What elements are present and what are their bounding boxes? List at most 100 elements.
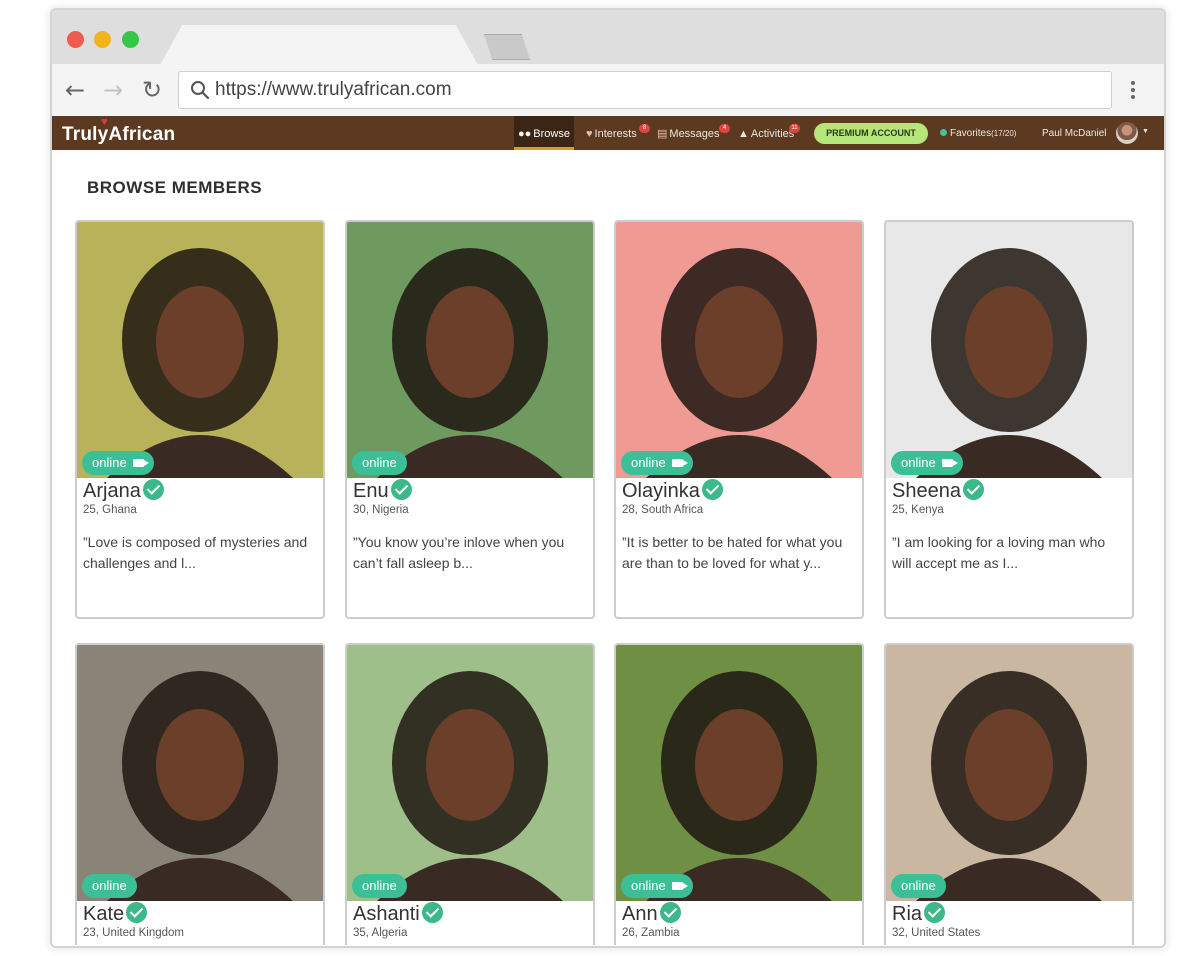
member-card[interactable]: online Arjana 25, Ghana ”Love is composed o…	[75, 220, 325, 619]
address-url: https://www.trulyafrican.com	[215, 79, 452, 100]
online-badge: online	[891, 874, 946, 898]
member-card[interactable]: online Enu 30, Nigeria ”You know you’re inl…	[345, 220, 595, 619]
member-age-location: 32, United States	[892, 927, 981, 939]
member-photo[interactable]	[616, 222, 862, 478]
online-badge: online	[621, 874, 693, 898]
user-name: Paul McDaniel	[1042, 128, 1107, 139]
member-name[interactable]: Enu	[353, 479, 412, 503]
online-label: online	[901, 455, 936, 470]
online-label: online	[92, 878, 127, 893]
member-card[interactable]: online Ann 26, Zambia	[614, 643, 864, 945]
member-quote: ”It is better to be hated for what you a…	[622, 534, 843, 571]
nav-browse-label: Browse	[533, 128, 570, 140]
nav-activities[interactable]: ▲ Activities	[738, 116, 794, 150]
main-content: BROWSE MEMBERS online Arjana 25, Ghana ”Lov…	[52, 150, 1164, 946]
member-quote: ”You know you’re inlove when you can’t f…	[353, 534, 565, 571]
nav-messages[interactable]: ▤ Messages	[657, 116, 720, 150]
member-age-location: 23, United Kingdom	[83, 927, 185, 939]
member-name[interactable]: Sheena	[892, 479, 984, 503]
new-tab-button[interactable]	[484, 34, 530, 60]
member-photo[interactable]	[616, 645, 862, 901]
member-photo[interactable]	[77, 222, 323, 478]
minimize-window-button[interactable]	[94, 31, 111, 48]
member-card[interactable]: online Kate 23, United Kingdom	[75, 643, 325, 945]
logo-text: TrulyAfrican	[62, 124, 176, 145]
browser-tab[interactable]	[160, 25, 478, 65]
browser-toolbar: ← → ↻ https://www.trulyafrican.com	[52, 64, 1164, 117]
online-label: online	[631, 455, 666, 470]
chevron-down-icon[interactable]: ▼	[1142, 128, 1149, 135]
verified-check-icon	[142, 479, 164, 500]
video-camera-icon	[671, 459, 688, 467]
online-badge: online	[352, 451, 407, 475]
online-badge: online	[352, 874, 407, 898]
verified-check-icon	[659, 902, 681, 923]
member-photo[interactable]	[886, 645, 1132, 901]
member-name-text: Arjana	[83, 480, 141, 502]
premium-account-button[interactable]: PREMIUM ACCOUNT	[814, 123, 928, 144]
member-age-location: 25, Kenya	[892, 504, 944, 516]
member-name[interactable]: Ria	[892, 902, 946, 926]
member-name[interactable]: Ashanti	[353, 902, 443, 926]
member-quote: ”Love is composed of mysteries and chall…	[83, 534, 308, 571]
member-name-text: Ashanti	[353, 903, 420, 925]
back-arrow-icon[interactable]: ←	[62, 76, 88, 104]
online-badge: online	[82, 451, 154, 475]
bell-icon: ▲	[738, 128, 749, 140]
user-menu[interactable]: Paul McDaniel	[1042, 116, 1106, 150]
messages-badge: 4	[719, 124, 730, 133]
online-label: online	[362, 878, 397, 893]
favorites-label: Favorites	[950, 128, 992, 139]
member-photo[interactable]	[77, 645, 323, 901]
online-label: online	[92, 455, 127, 470]
member-name[interactable]: Ann	[622, 902, 681, 926]
site-logo[interactable]: ♥ TrulyAfrican	[62, 116, 176, 146]
member-name[interactable]: Arjana	[83, 479, 164, 503]
member-age-location: 26, Zambia	[622, 927, 680, 939]
nav-messages-label: Messages	[669, 128, 720, 140]
users-icon: ●●	[518, 128, 532, 140]
reload-icon[interactable]: ↻	[139, 76, 165, 104]
nav-interests-label: Interests	[594, 128, 637, 140]
member-card[interactable]: online Sheena 25, Kenya ”I am looking for a…	[884, 220, 1134, 619]
verified-check-icon	[421, 902, 443, 923]
maximize-window-button[interactable]	[122, 31, 139, 48]
member-name[interactable]: Kate	[83, 902, 148, 926]
verified-check-icon	[390, 479, 412, 500]
browser-menu-icon[interactable]	[1126, 78, 1140, 104]
member-name[interactable]: Olayinka	[622, 479, 723, 503]
chat-icon: ▤	[657, 128, 668, 140]
heart-logo-icon: ♥	[101, 116, 108, 128]
activities-badge: 11	[789, 124, 800, 133]
browser-titlebar	[52, 10, 1164, 65]
verified-check-icon	[924, 902, 946, 923]
member-card[interactable]: online Ria 32, United States	[884, 643, 1134, 945]
video-camera-icon	[132, 459, 149, 467]
address-bar[interactable]: https://www.trulyafrican.com	[178, 71, 1112, 109]
verified-check-icon	[701, 479, 723, 500]
nav-favorites[interactable]: Favorites(17/20)	[940, 116, 1016, 150]
avatar[interactable]	[1116, 122, 1138, 144]
member-age-location: 28, South Africa	[622, 504, 704, 516]
online-badge: online	[621, 451, 693, 475]
online-label: online	[362, 455, 397, 470]
video-camera-icon	[671, 882, 688, 890]
status-dot-icon	[940, 129, 947, 136]
heart-icon: ♥	[586, 128, 593, 140]
member-card[interactable]: online Olayinka 28, South Africa ”It is bet…	[614, 220, 864, 619]
member-card[interactable]: online Ashanti 35, Algeria	[345, 643, 595, 945]
search-icon	[191, 81, 210, 100]
online-badge: online	[82, 874, 137, 898]
nav-interests[interactable]: ♥ Interests	[586, 116, 637, 150]
page-title: BROWSE MEMBERS	[87, 178, 263, 197]
member-name-text: Olayinka	[622, 480, 700, 502]
member-age-location: 25, Ghana	[83, 504, 137, 516]
nav-browse[interactable]: ●● Browse	[514, 116, 574, 150]
member-photo[interactable]	[347, 645, 593, 901]
forward-arrow-icon[interactable]: →	[100, 76, 126, 104]
favorites-count: (17/20)	[991, 129, 1017, 138]
member-photo[interactable]	[347, 222, 593, 478]
member-photo[interactable]	[886, 222, 1132, 478]
site-header: ♥ TrulyAfrican ●● Browse ♥ Interests 8 ▤ Me…	[52, 116, 1164, 150]
close-window-button[interactable]	[67, 31, 84, 48]
